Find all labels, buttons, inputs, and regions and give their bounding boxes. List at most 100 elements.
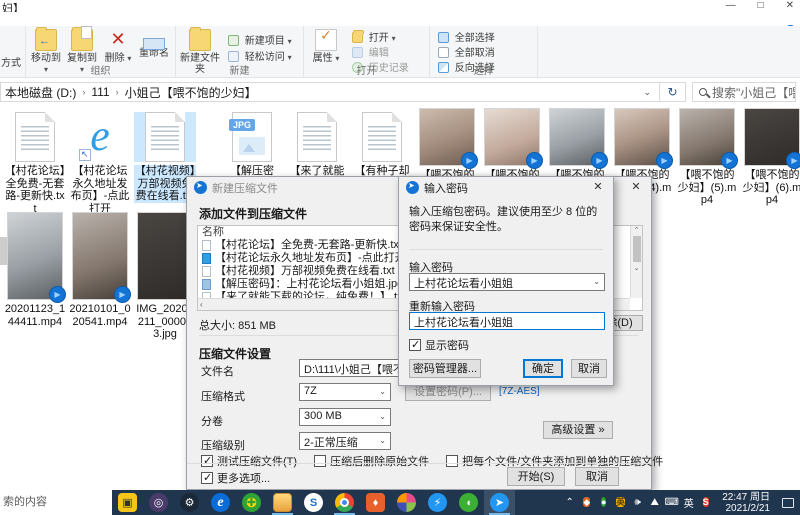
address-bar[interactable]: 本地磁盘 (D:) › 111 › 小姐己【喂不饱的少妇】 ⌄ <box>0 82 660 102</box>
password-cancel-button[interactable]: 取消 <box>571 359 607 378</box>
maximize-icon[interactable]: □ <box>758 0 764 11</box>
ok-button[interactable]: 确定 <box>523 359 563 378</box>
select-none-button[interactable]: 全部取消 <box>438 44 495 59</box>
sogou-icon[interactable]: S <box>697 496 714 509</box>
media-player-badge-icon: ▶ <box>461 152 478 169</box>
more-options-checkbox[interactable]: 更多选项... <box>201 470 270 486</box>
taskbar-app-edge[interactable]: e <box>205 490 236 515</box>
taskbar-clock[interactable]: 22:47 周日 2021/2/21 <box>722 492 770 514</box>
txt-file-icon <box>202 240 211 251</box>
password-manager-button[interactable]: 密码管理器... <box>409 359 481 378</box>
ribbon-group-organize: ← 移动到 ▾ 复制到 ▾ ✕ 删除 ▾ 重命名 组织 <box>26 26 176 78</box>
file-item[interactable]: ▶ 20210101_020541.mp4 <box>69 212 131 328</box>
breadcrumb-drive[interactable]: 本地磁盘 (D:) <box>1 84 80 101</box>
search-input[interactable]: 搜索"小姐己【喂不… <box>692 82 796 102</box>
ribbon-cut-label[interactable]: 方式 <box>1 54 21 69</box>
video-thumbnail-placeholder: ▶ <box>484 108 540 166</box>
breadcrumb-folder[interactable]: 111 <box>87 85 113 99</box>
action-center-button[interactable] <box>776 490 800 515</box>
image-thumbnail-placeholder <box>137 212 193 300</box>
delete-button[interactable]: ✕ 删除 ▾ <box>100 29 136 64</box>
media-player-badge-icon: ▶ <box>721 152 738 169</box>
taskbar-search-input[interactable]: 索的内容 <box>0 490 112 515</box>
rename-button[interactable]: 重命名 <box>136 29 172 59</box>
password-close-icon[interactable]: ✕ <box>583 177 613 198</box>
taskbar-app-telegram-active[interactable]: ➤ <box>484 490 515 515</box>
enter-password-dialog: 输入密码 ✕ 输入压缩包密码。建议使用至少 8 位的密码来保证安全性。 输入密码… <box>398 176 614 386</box>
properties-button[interactable]: ✓ 属性 ▾ <box>308 29 344 64</box>
breadcrumb-current[interactable]: 小姐己【喂不饱的少妇】 <box>121 84 261 101</box>
file-name: 20201123_144411.mp4 <box>4 303 66 328</box>
video-thumbnail-placeholder: ▶ <box>744 108 800 166</box>
minimize-icon[interactable]: — <box>726 0 736 11</box>
file-item[interactable]: 【村花论坛】全免费-无套路-更新快.txt <box>4 108 66 215</box>
file-item[interactable]: ▶ 【喂不饱的少妇】(6).mp4 <box>741 108 800 207</box>
tray-orange-icon[interactable]: ◆ <box>578 496 595 509</box>
taskbar-app-chrome[interactable] <box>329 490 360 515</box>
file-item[interactable]: e 【村花论坛永久地址发布页】-点此打开 <box>69 108 131 215</box>
volume-dropdown[interactable]: 300 MB⌄ <box>299 408 391 426</box>
select-all-button[interactable]: 全部选择 <box>438 29 495 44</box>
search-text: 搜索"小姐己【喂不… <box>712 84 796 101</box>
checkbox-checked-icon <box>201 472 213 484</box>
vertical-scrollbar[interactable]: ⌃ ⌄ <box>630 226 642 298</box>
archive-dialog-footer: 更多选项... 开始(S) 取消 <box>187 463 651 489</box>
password-dialog-titlebar[interactable]: 输入密码 ✕ <box>399 177 613 198</box>
format-dropdown[interactable]: 7Z⌄ <box>299 383 391 401</box>
rename-icon <box>143 38 165 50</box>
close-icon[interactable]: ✕ <box>786 0 794 11</box>
taskbar-app-orange[interactable]: ♦ <box>360 490 391 515</box>
archiver-app-icon <box>406 181 419 194</box>
ime-language-indicator[interactable]: 英 <box>680 495 697 510</box>
taskbar-app-steam[interactable]: ⚙ <box>174 490 205 515</box>
breadcrumb-separator: › <box>80 87 87 97</box>
enter-password-combobox[interactable]: 上村花论坛看小姐姐⌄ <box>409 273 605 291</box>
level-dropdown[interactable]: 2-正常压缩⌄ <box>299 432 391 450</box>
easy-access-button[interactable]: 轻松访问 ▾ <box>228 48 292 63</box>
video-thumbnail-placeholder: ▶ <box>549 108 605 166</box>
system-tray: ⌃ ◆ ● 英 🕪 ⛰ ⌨ 英 S 22:47 周日 2021/2/21 <box>561 490 800 515</box>
confirm-password-input[interactable]: 上村花论坛看小姐姐 <box>409 312 605 330</box>
network-icon[interactable]: ⛰ <box>646 497 663 508</box>
taskbar-app-thunder[interactable]: ⚡ <box>422 490 453 515</box>
open-button[interactable]: 打开 ▾ <box>352 29 396 44</box>
breadcrumb-separator: › <box>114 87 121 97</box>
tray-ime-badge-icon[interactable]: 英 <box>612 496 629 509</box>
taskbar-app-player[interactable]: ▣ <box>112 490 143 515</box>
easy-access-icon <box>228 51 239 62</box>
taskbar-app-green[interactable]: ✚ <box>236 490 267 515</box>
new-item-button[interactable]: 新建项目 ▾ <box>228 32 292 47</box>
address-dropdown-icon[interactable]: ⌄ <box>635 87 659 98</box>
file-name: 【村花论坛永久地址发布页】-点此打开 <box>69 165 131 215</box>
taskbar-app-pinwheel[interactable] <box>391 490 422 515</box>
advanced-settings-button[interactable]: 高级设置 » <box>543 421 613 439</box>
start-button[interactable]: 开始(S) <box>507 467 565 486</box>
taskbar-app-purple[interactable]: ◎ <box>143 490 174 515</box>
taskbar-app-s-blue[interactable]: S <box>298 490 329 515</box>
file-item[interactable]: ▶ 【喂不饱的少妇】(5).mp4 <box>676 108 738 207</box>
file-item[interactable]: ▶ 20201123_144411.mp4 <box>4 212 66 328</box>
tray-collapse-icon[interactable]: ⌃ <box>561 497 578 508</box>
txt-file-icon <box>362 112 402 162</box>
video-thumbnail-placeholder: ▶ <box>679 108 735 166</box>
archive-close-icon[interactable]: ✕ <box>621 177 651 198</box>
level-label: 压缩级别 <box>201 437 245 453</box>
new-item-icon <box>228 35 239 46</box>
ribbon-group-select: 全部选择 全部取消 反向选择 选择 <box>430 26 538 78</box>
tray-keyboard-icon[interactable]: ⌨ <box>663 497 680 508</box>
archive-cancel-button[interactable]: 取消 <box>575 467 619 486</box>
refresh-button[interactable]: ↻ <box>660 82 686 102</box>
scrollbar-thumb[interactable] <box>633 236 641 262</box>
select-none-icon <box>438 47 449 58</box>
volume-icon[interactable]: 🕪 <box>629 497 646 508</box>
tray-green-icon[interactable]: ● <box>595 496 612 509</box>
show-password-checkbox[interactable]: 显示密码 <box>409 337 469 353</box>
taskbar-app-explorer[interactable] <box>267 490 298 515</box>
copy-to-icon <box>71 29 93 51</box>
green-app-icon: ✚ <box>242 493 261 512</box>
edit-button[interactable]: 编辑 <box>352 44 389 59</box>
clock-date: 2021/2/21 <box>722 503 770 514</box>
taskbar-app-wechat[interactable]: ◖ <box>453 490 484 515</box>
txt-file-icon <box>15 112 55 162</box>
orange-app-icon: ♦ <box>366 493 385 512</box>
